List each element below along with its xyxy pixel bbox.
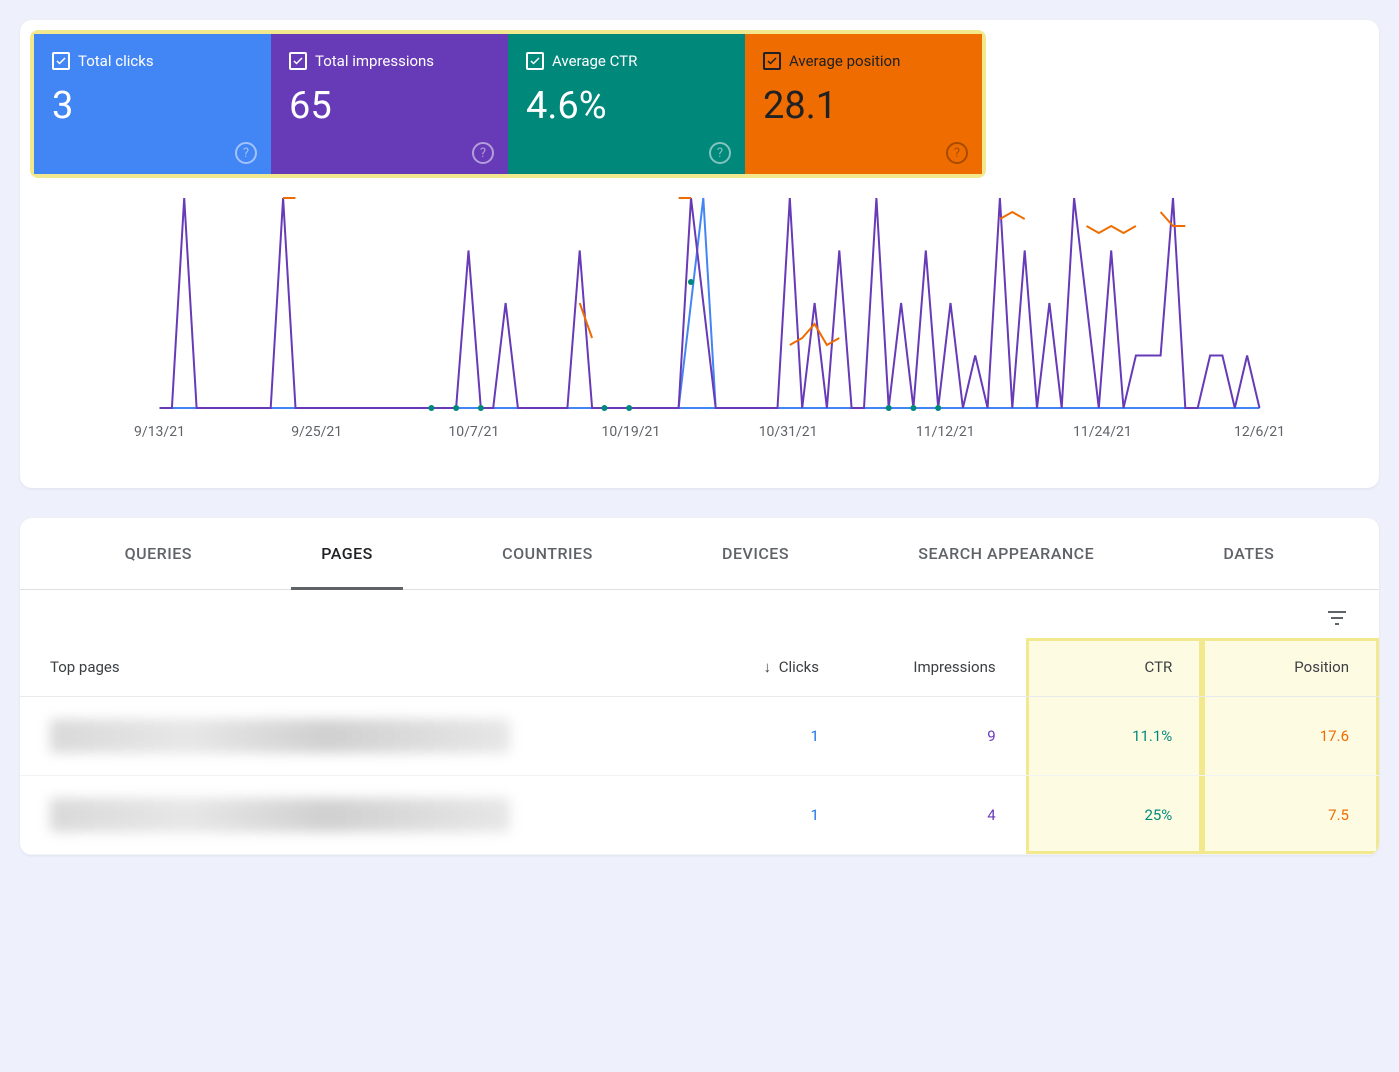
cell-ctr: 25% <box>1026 776 1203 855</box>
svg-text:9/25/21: 9/25/21 <box>291 424 342 440</box>
metrics-highlight: Total clicks 3 ? Total impressions 65 ? <box>30 30 986 178</box>
checkbox-checked-icon <box>526 52 544 70</box>
help-icon[interactable]: ? <box>235 142 257 164</box>
help-icon[interactable]: ? <box>472 142 494 164</box>
checkbox-checked-icon <box>763 52 781 70</box>
performance-chart: 9/13/21 9/25/21 10/7/21 10/19/21 10/31/21 11/… <box>40 178 1359 458</box>
svg-text:10/7/21: 10/7/21 <box>448 424 499 440</box>
svg-text:10/19/21: 10/19/21 <box>602 424 661 440</box>
svg-text:12/6/21: 12/6/21 <box>1234 424 1285 440</box>
cell-clicks: 1 <box>672 776 849 855</box>
metric-total-clicks[interactable]: Total clicks 3 ? <box>34 34 271 174</box>
cell-clicks: 1 <box>672 697 849 776</box>
tab-countries[interactable]: COUNTRIES <box>492 518 603 589</box>
sort-descending-icon: ↓ <box>763 658 771 676</box>
cell-impressions: 9 <box>849 697 1026 776</box>
metric-label: Average CTR <box>552 52 637 70</box>
table-header-row: Top pages ↓ Clicks Impressions CTR Posit… <box>20 638 1379 697</box>
tab-dates[interactable]: DATES <box>1213 518 1284 589</box>
help-icon[interactable]: ? <box>709 142 731 164</box>
tab-devices[interactable]: DEVICES <box>712 518 799 589</box>
col-header-ctr[interactable]: CTR <box>1026 638 1203 697</box>
checkbox-checked-icon <box>52 52 70 70</box>
col-header-impressions[interactable]: Impressions <box>849 638 1026 697</box>
tab-search-appearance[interactable]: SEARCH APPEARANCE <box>908 518 1104 589</box>
cell-page <box>20 697 672 776</box>
table-toolbar <box>20 590 1379 638</box>
metric-average-ctr[interactable]: Average CTR 4.6% ? <box>508 34 745 174</box>
metric-average-position[interactable]: Average position 28.1 ? <box>745 34 982 174</box>
redacted-url <box>50 798 510 832</box>
metrics-row: Total clicks 3 ? Total impressions 65 ? <box>34 34 982 174</box>
tab-queries[interactable]: QUERIES <box>115 518 202 589</box>
pages-table: Top pages ↓ Clicks Impressions CTR Posit… <box>20 638 1379 855</box>
cell-position: 17.6 <box>1202 697 1379 776</box>
metric-label: Average position <box>789 52 900 70</box>
redacted-url <box>50 719 510 753</box>
chart-container: 9/13/21 9/25/21 10/7/21 10/19/21 10/31/21 11/… <box>20 178 1379 488</box>
col-header-page[interactable]: Top pages <box>20 638 672 697</box>
svg-text:10/31/21: 10/31/21 <box>759 424 818 440</box>
table-row[interactable]: 1911.1%17.6 <box>20 697 1379 776</box>
cell-ctr: 11.1% <box>1026 697 1203 776</box>
tab-pages[interactable]: PAGES <box>311 518 383 589</box>
table-row[interactable]: 1425%7.5 <box>20 776 1379 855</box>
filter-icon[interactable] <box>1325 606 1349 630</box>
svg-text:9/13/21: 9/13/21 <box>134 424 185 440</box>
metric-value: 4.6% <box>526 84 727 128</box>
metric-value: 28.1 <box>763 84 964 128</box>
cell-position: 7.5 <box>1202 776 1379 855</box>
metric-value: 65 <box>289 84 490 128</box>
svg-text:11/12/21: 11/12/21 <box>916 424 975 440</box>
breakdown-card: QUERIES PAGES COUNTRIES DEVICES SEARCH APPEA… <box>20 518 1379 855</box>
metric-value: 3 <box>52 84 253 128</box>
cell-page <box>20 776 672 855</box>
metric-label: Total impressions <box>315 52 434 70</box>
breakdown-tabs: QUERIES PAGES COUNTRIES DEVICES SEARCH APPEA… <box>20 518 1379 590</box>
metric-total-impressions[interactable]: Total impressions 65 ? <box>271 34 508 174</box>
col-header-position[interactable]: Position <box>1202 638 1379 697</box>
checkbox-checked-icon <box>289 52 307 70</box>
col-header-clicks[interactable]: ↓ Clicks <box>672 638 849 697</box>
metric-label: Total clicks <box>78 52 154 70</box>
performance-card: Total clicks 3 ? Total impressions 65 ? <box>20 20 1379 488</box>
cell-impressions: 4 <box>849 776 1026 855</box>
help-icon[interactable]: ? <box>946 142 968 164</box>
svg-text:11/24/21: 11/24/21 <box>1073 424 1132 440</box>
